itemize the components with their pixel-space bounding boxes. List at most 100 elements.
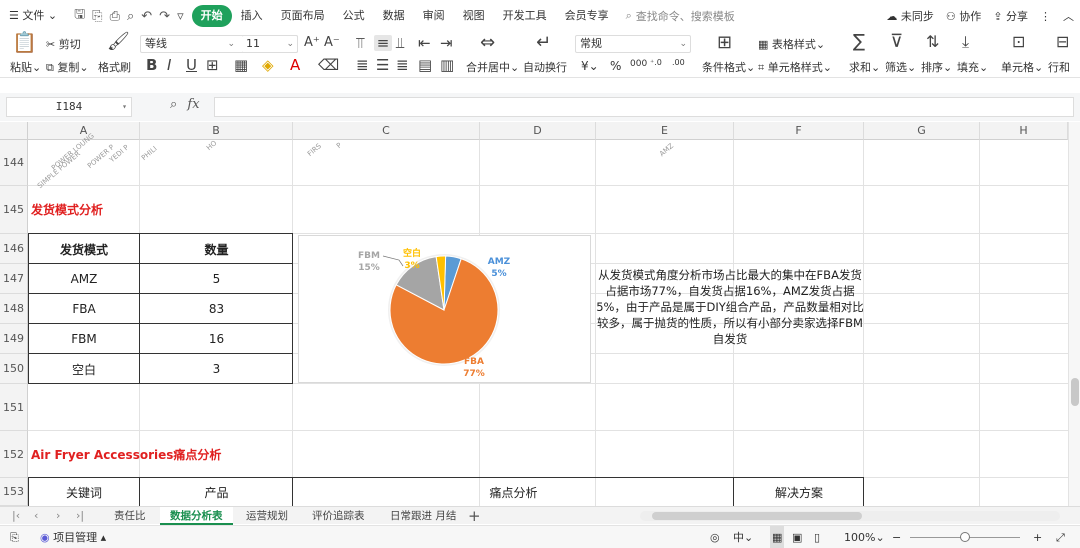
italic-icon[interactable]: I bbox=[167, 57, 171, 73]
column-header-g[interactable]: G bbox=[864, 122, 980, 140]
align-bottom-icon[interactable]: ⫫ bbox=[396, 35, 404, 51]
row-header-144[interactable]: 144 bbox=[0, 140, 28, 186]
row-col-button[interactable]: 行和 bbox=[1048, 59, 1070, 75]
fill-button[interactable]: 填充⌄ bbox=[957, 59, 988, 75]
row-header-146[interactable]: 146 bbox=[0, 234, 28, 264]
sigma-icon[interactable]: ∑ bbox=[853, 33, 865, 51]
sheet-tab-data-analysis[interactable]: 数据分析表 bbox=[160, 507, 233, 525]
tab-developer[interactable]: 开发工具 bbox=[494, 5, 556, 27]
horizontal-scroll-thumb[interactable] bbox=[652, 512, 862, 520]
align-right-icon[interactable]: ≣ bbox=[396, 57, 409, 73]
page-break-view-icon[interactable]: ▯ bbox=[814, 526, 820, 548]
paste-icon[interactable]: 📋 bbox=[12, 32, 37, 52]
tab-member[interactable]: 会员专享 bbox=[556, 5, 618, 27]
border-icon[interactable]: ⊞ bbox=[206, 57, 219, 73]
table-header-keyword[interactable]: 关键词 bbox=[28, 478, 140, 506]
table-cell[interactable]: FBA bbox=[28, 294, 140, 324]
table-cell[interactable]: 空白 bbox=[28, 354, 140, 384]
eye-icon[interactable]: ◎ bbox=[710, 526, 720, 548]
macro-icon[interactable]: ⎘ bbox=[10, 526, 19, 548]
collapse-ribbon-icon[interactable]: ︿ bbox=[1063, 8, 1074, 24]
add-sheet-icon[interactable]: + bbox=[468, 507, 481, 525]
analysis-text[interactable]: 从发货模式角度分析市场占比最大的集中在FBA发货占据市场77%，自发货占据16%… bbox=[596, 267, 864, 347]
select-all-corner[interactable] bbox=[0, 122, 28, 140]
column-header-c[interactable]: C bbox=[293, 122, 480, 140]
prev-sheet-icon[interactable]: ‹ bbox=[34, 507, 38, 525]
distributed-icon[interactable]: ▥ bbox=[440, 57, 454, 73]
paste-button[interactable]: 粘贴⌄ bbox=[10, 59, 41, 75]
table-header-mode[interactable]: 发货模式 bbox=[28, 234, 140, 264]
collab-button[interactable]: ⚇ 协作 bbox=[946, 8, 981, 24]
fx-icon[interactable]: fx bbox=[187, 97, 199, 112]
wrap-icon[interactable]: ↵ bbox=[536, 34, 551, 52]
copy-button[interactable]: ⧉ 复制⌄ bbox=[46, 59, 89, 75]
save-icon[interactable]: 🖫 bbox=[74, 5, 85, 27]
table-style-button[interactable]: ▦ 表格样式⌄ bbox=[758, 36, 825, 52]
pie-chart[interactable]: AMZ 5% FBA 77% FBM 15% 空白 3% bbox=[298, 235, 591, 383]
zoom-search-icon[interactable]: ⌕ bbox=[170, 97, 177, 112]
conditional-format-icon[interactable]: ⊞ bbox=[717, 34, 732, 52]
filter-button[interactable]: 筛选⌄ bbox=[885, 59, 916, 75]
row-header-150[interactable]: 150 bbox=[0, 354, 28, 384]
cut-button[interactable]: ✂ 剪切 bbox=[46, 36, 81, 52]
number-format-select[interactable]: 常规 ⌄ bbox=[575, 35, 691, 53]
preview-icon[interactable]: ⌕ bbox=[127, 9, 134, 24]
tab-insert[interactable]: 插入 bbox=[232, 5, 272, 27]
fill-down-icon[interactable]: ⤓ bbox=[962, 34, 969, 50]
align-center-icon[interactable]: ☰ bbox=[376, 57, 389, 73]
font-size-select[interactable]: 11 ⌄ bbox=[242, 35, 298, 53]
indent-increase-icon[interactable]: ⇥ bbox=[440, 35, 453, 51]
sheet-tab-review-tracking[interactable]: 评价追踪表 bbox=[302, 507, 375, 525]
table-cell[interactable]: 16 bbox=[140, 324, 293, 354]
vertical-scroll-thumb[interactable] bbox=[1071, 378, 1079, 406]
cell-icon[interactable]: ⊡ bbox=[1012, 34, 1025, 50]
conditional-format-button[interactable]: 条件格式⌄ bbox=[702, 59, 755, 75]
table-header-product[interactable]: 产品 bbox=[140, 478, 293, 506]
align-middle-icon[interactable]: ≡ bbox=[374, 35, 392, 51]
zoom-in-icon[interactable]: + bbox=[1033, 526, 1042, 548]
section-title-pain-points[interactable]: Air Fryer Accessories痛点分析 bbox=[31, 431, 221, 478]
name-box[interactable]: I184 ▾ bbox=[6, 97, 132, 117]
zoom-level[interactable]: 100%⌄ bbox=[844, 526, 885, 548]
column-header-f[interactable]: F bbox=[734, 122, 864, 140]
undo-icon[interactable]: ↶ bbox=[141, 9, 152, 24]
first-sheet-icon[interactable]: |‹ bbox=[12, 507, 20, 525]
share-button[interactable]: ⇪ 分享 bbox=[993, 8, 1028, 24]
sort-button[interactable]: 排序⌄ bbox=[921, 59, 952, 75]
cell-button[interactable]: 单元格⌄ bbox=[1001, 59, 1043, 75]
sort-icon[interactable]: ⇅ bbox=[926, 34, 939, 50]
merge-icon[interactable]: ⇔ bbox=[480, 34, 495, 52]
indent-decrease-icon[interactable]: ⇤ bbox=[418, 35, 431, 51]
align-top-icon[interactable]: ⫪ bbox=[356, 35, 364, 51]
currency-icon[interactable]: ¥⌄ bbox=[581, 59, 599, 73]
tab-formulas[interactable]: 公式 bbox=[334, 5, 374, 27]
row-header-152[interactable]: 152 bbox=[0, 431, 28, 478]
decrease-decimal-icon[interactable]: .00 bbox=[672, 58, 685, 67]
percent-icon[interactable]: % bbox=[610, 59, 621, 73]
normal-view-icon[interactable]: ▦ bbox=[770, 526, 785, 548]
print-icon[interactable]: ⎙ bbox=[110, 9, 120, 24]
horizontal-scrollbar[interactable] bbox=[640, 511, 1060, 521]
fill-color-icon[interactable]: ◈ bbox=[262, 57, 274, 73]
tab-home[interactable]: 开始 bbox=[191, 5, 232, 27]
eraser-icon[interactable]: ⌫ bbox=[318, 57, 339, 73]
next-sheet-icon[interactable]: › bbox=[56, 507, 60, 525]
decrease-font-icon[interactable]: A⁻ bbox=[324, 35, 340, 51]
redo-icon[interactable]: ↷ bbox=[159, 9, 170, 24]
autosum-button[interactable]: 求和⌄ bbox=[849, 59, 880, 75]
page-layout-view-icon[interactable]: ▣ bbox=[792, 526, 802, 548]
row-header-153[interactable]: 153 bbox=[0, 478, 28, 506]
section-title-shipping[interactable]: 发货模式分析 bbox=[31, 186, 103, 233]
tab-view[interactable]: 视图 bbox=[454, 5, 494, 27]
increase-decimal-icon[interactable]: ⁺.0 bbox=[650, 58, 662, 67]
vertical-scrollbar[interactable] bbox=[1068, 122, 1080, 506]
last-sheet-icon[interactable]: ›| bbox=[76, 507, 84, 525]
fullscreen-icon[interactable]: ⤢ bbox=[1056, 526, 1065, 548]
thousands-icon[interactable]: 000 bbox=[630, 59, 647, 69]
wrap-text-button[interactable]: 自动换行 bbox=[523, 59, 567, 75]
bold-icon[interactable]: B bbox=[146, 57, 157, 73]
brush-icon[interactable]: 🖌 bbox=[107, 33, 130, 51]
file-menu[interactable]: ☰ 文件 ⌄ bbox=[0, 5, 66, 27]
cell-style-button[interactable]: ⌗ 单元格样式⌄ bbox=[758, 59, 832, 75]
increase-font-icon[interactable]: A⁺ bbox=[304, 35, 320, 51]
